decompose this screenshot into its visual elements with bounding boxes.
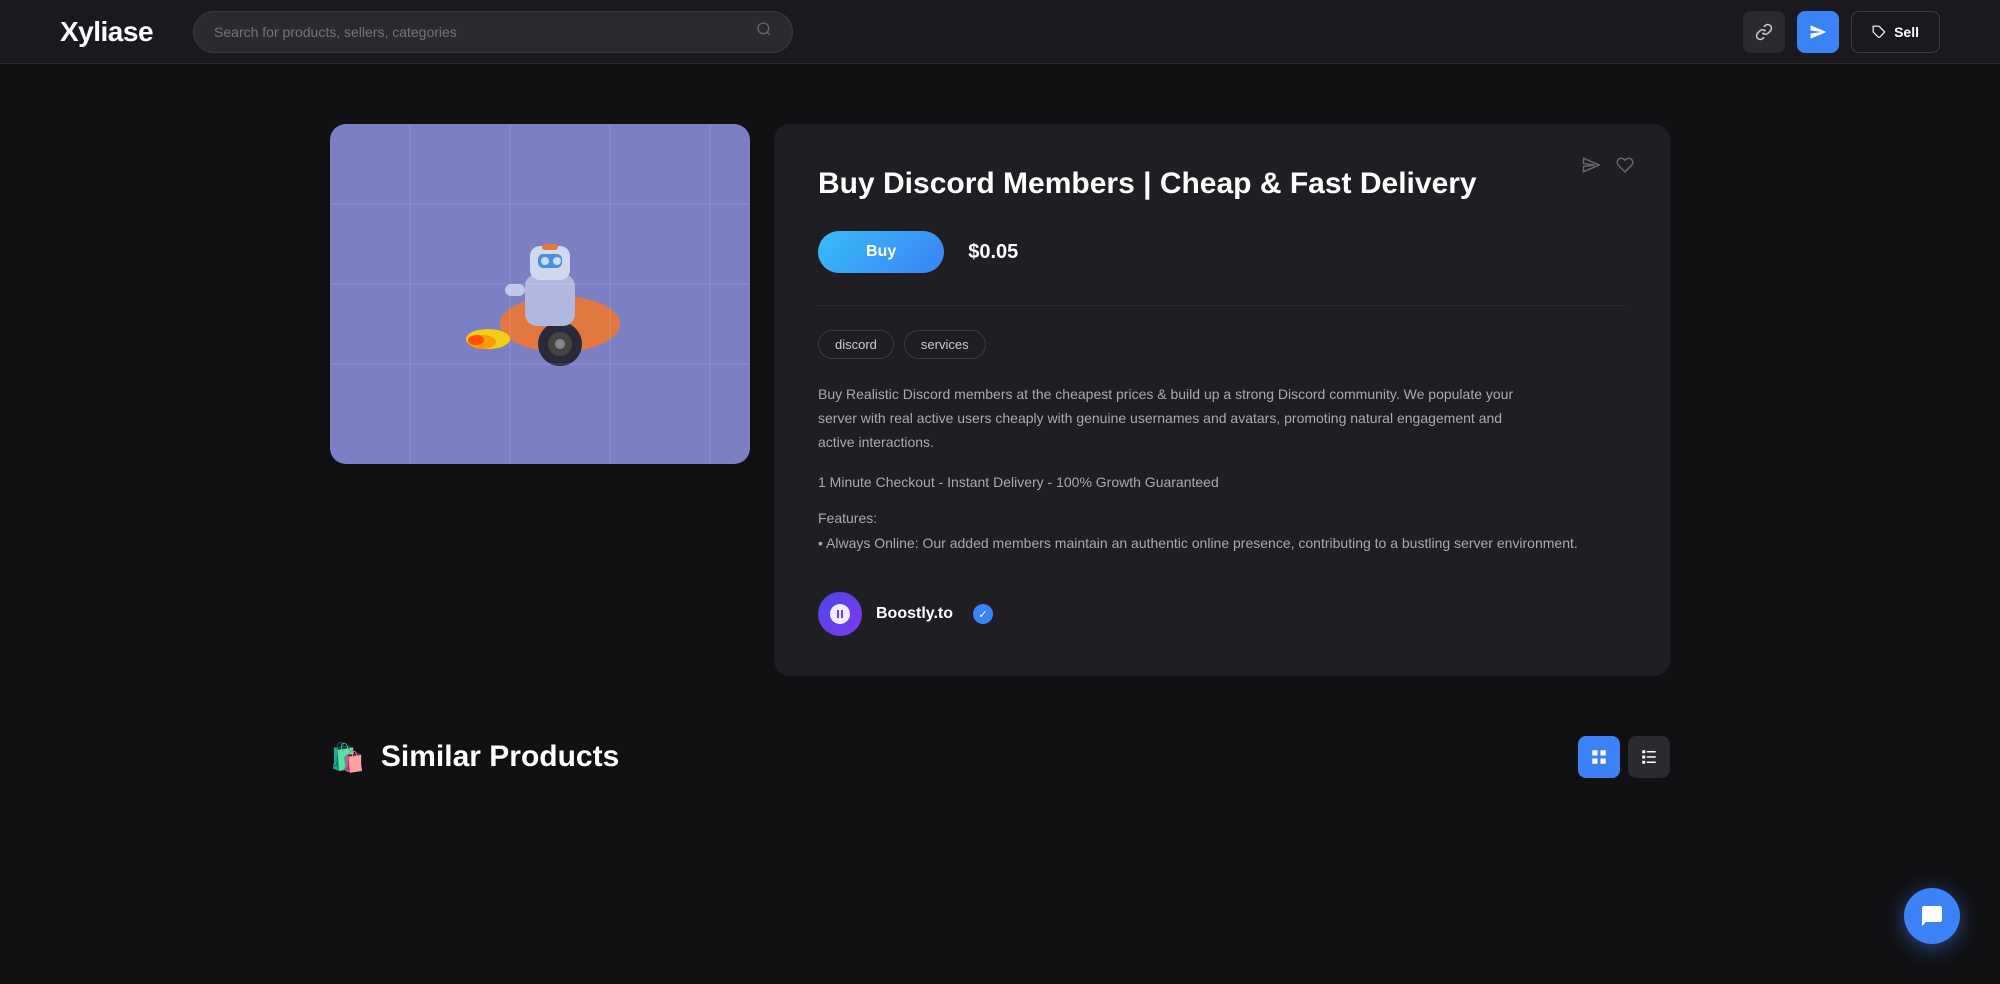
bottom-section: 🛍️ Similar Products — [250, 716, 1750, 798]
main-content: Buy Discord Members | Cheap & Fast Deliv… — [250, 64, 1750, 716]
grid-view-button[interactable] — [1578, 736, 1620, 778]
checkout-info: 1 Minute Checkout - Instant Delivery - 1… — [818, 474, 1626, 490]
sell-label: Sell — [1894, 24, 1919, 40]
tag-services[interactable]: services — [904, 330, 986, 359]
logo: Xyliase — [60, 16, 153, 48]
view-toggle — [1578, 736, 1670, 778]
product-tags: discord services — [818, 330, 1626, 359]
product-description: Buy Realistic Discord members at the che… — [818, 383, 1538, 454]
link-button[interactable] — [1743, 11, 1785, 53]
sell-button[interactable]: Sell — [1851, 11, 1940, 53]
buy-row: Buy $0.05 — [818, 231, 1626, 273]
product-image — [330, 124, 750, 464]
buy-button[interactable]: Buy — [818, 231, 944, 273]
product-title: Buy Discord Members | Cheap & Fast Deliv… — [818, 164, 1518, 203]
features-header: Features: — [818, 510, 1626, 526]
header: Xyliase Sell — [0, 0, 2000, 64]
search-input[interactable] — [214, 24, 756, 40]
share-icon[interactable] — [1582, 156, 1600, 179]
product-price: $0.05 — [968, 241, 1018, 264]
seller-name: Boostly.to — [876, 605, 953, 623]
product-action-icons — [1582, 156, 1634, 179]
similar-products-header: 🛍️ Similar Products — [330, 740, 619, 774]
verified-badge: ✓ — [973, 604, 993, 624]
seller-avatar — [818, 592, 862, 636]
header-right: Sell — [1743, 11, 1940, 53]
list-view-button[interactable] — [1628, 736, 1670, 778]
tag-discord[interactable]: discord — [818, 330, 894, 359]
send-button[interactable] — [1797, 11, 1839, 53]
chat-bubble[interactable] — [1904, 888, 1960, 944]
feature-item-1: • Always Online: Our added members maint… — [818, 532, 1626, 556]
bag-icon: 🛍️ — [330, 741, 365, 774]
similar-title: Similar Products — [381, 740, 619, 774]
divider — [818, 305, 1626, 306]
search-bar — [193, 11, 793, 53]
seller-row: Boostly.to ✓ — [818, 592, 1626, 636]
favorite-icon[interactable] — [1616, 156, 1634, 179]
product-details-card: Buy Discord Members | Cheap & Fast Deliv… — [774, 124, 1670, 676]
search-icon — [756, 21, 772, 42]
